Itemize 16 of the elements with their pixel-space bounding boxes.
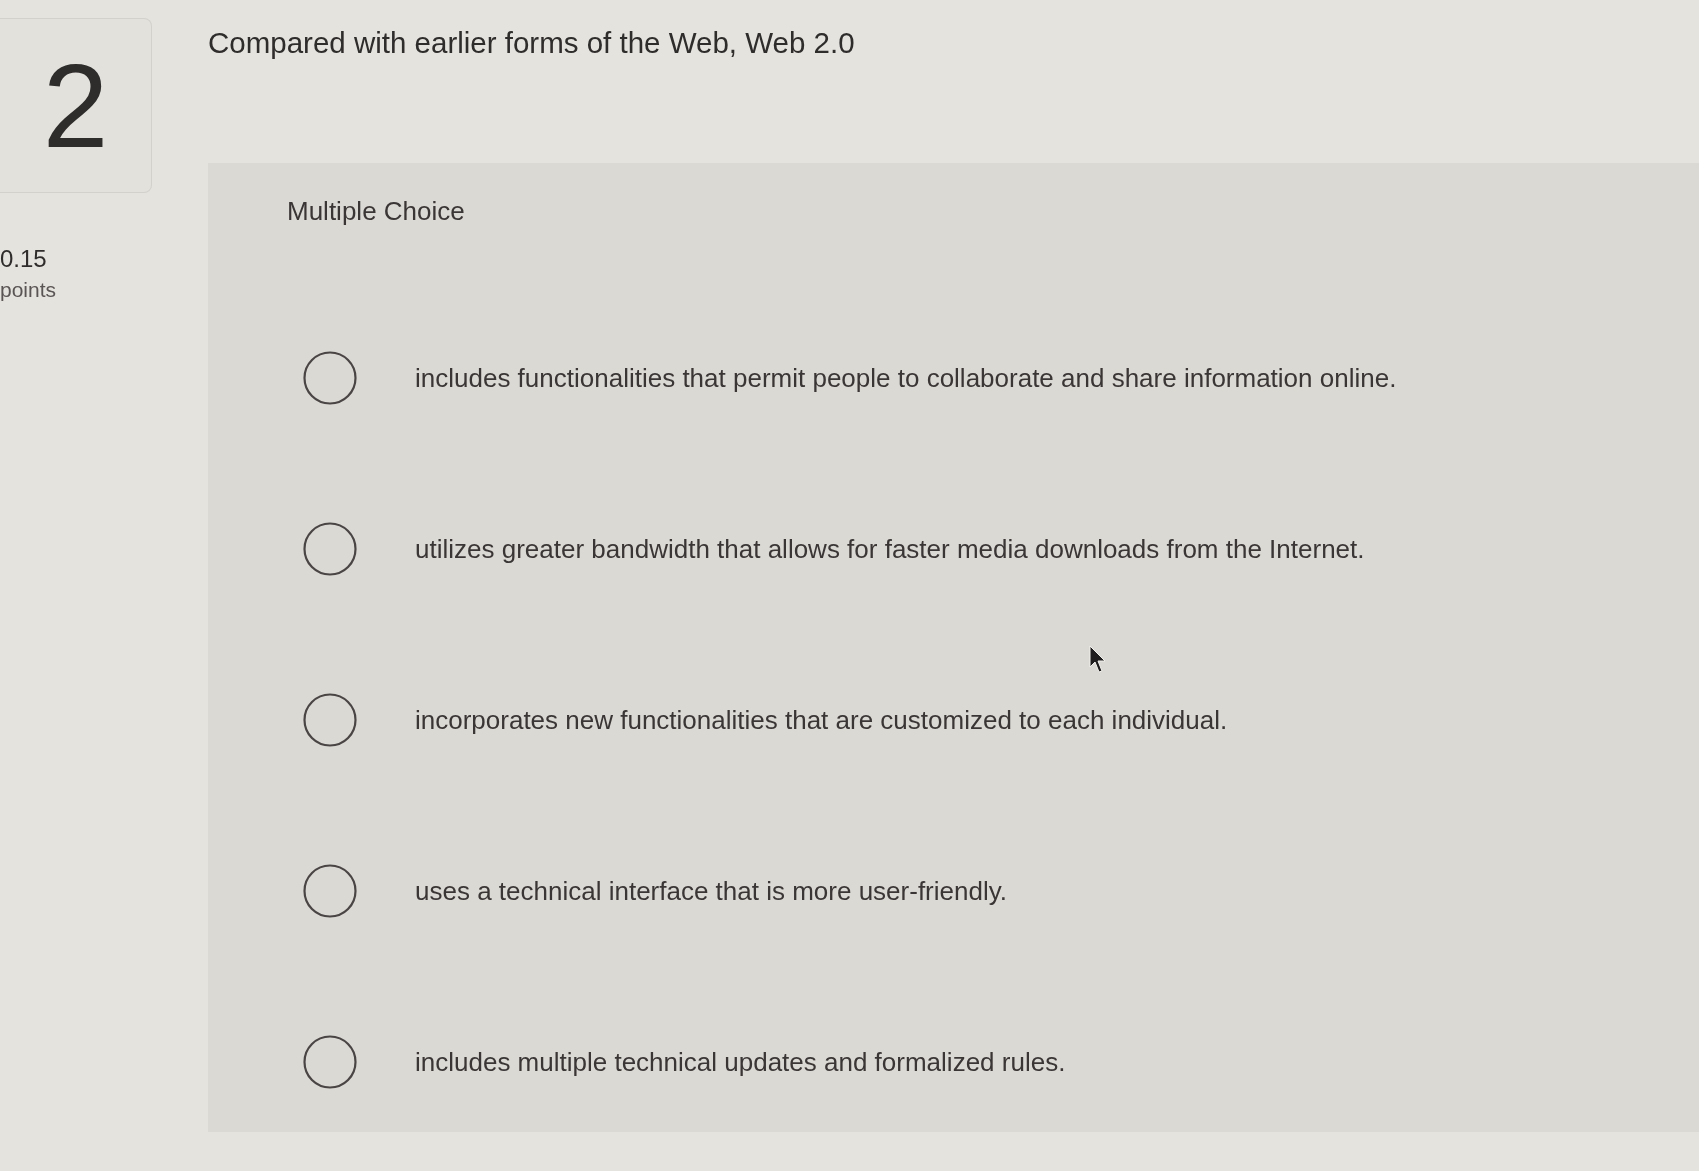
radio-button[interactable] [303,522,357,576]
radio-button[interactable] [303,864,357,918]
question-number: 2 [42,46,109,165]
answer-option-text[interactable]: includes functionalities that permit people to collaborate and share information online. [415,363,1397,393]
question-prompt: Compared with earlier forms of the Web, Web 2.0 [208,26,855,60]
mouse-pointer-icon [1089,645,1107,673]
answer-option-text[interactable]: utilizes greater bandwidth that allows for faster media downloads from the Internet. [415,534,1365,564]
answer-option-text[interactable]: includes multiple technical updates and formalized rules. [415,1047,1066,1077]
points-label: points [0,277,57,303]
radio-button[interactable] [303,693,357,747]
radio-button[interactable] [303,1035,357,1089]
question-type-label: Multiple Choice [287,196,465,226]
points-value: 0.15 [0,245,47,273]
radio-button[interactable] [303,351,357,405]
answer-option-text[interactable]: incorporates new functionalities that are customized to each individual. [415,705,1228,735]
answer-option-text[interactable]: uses a technical interface that is more user-friendly. [415,876,1007,906]
